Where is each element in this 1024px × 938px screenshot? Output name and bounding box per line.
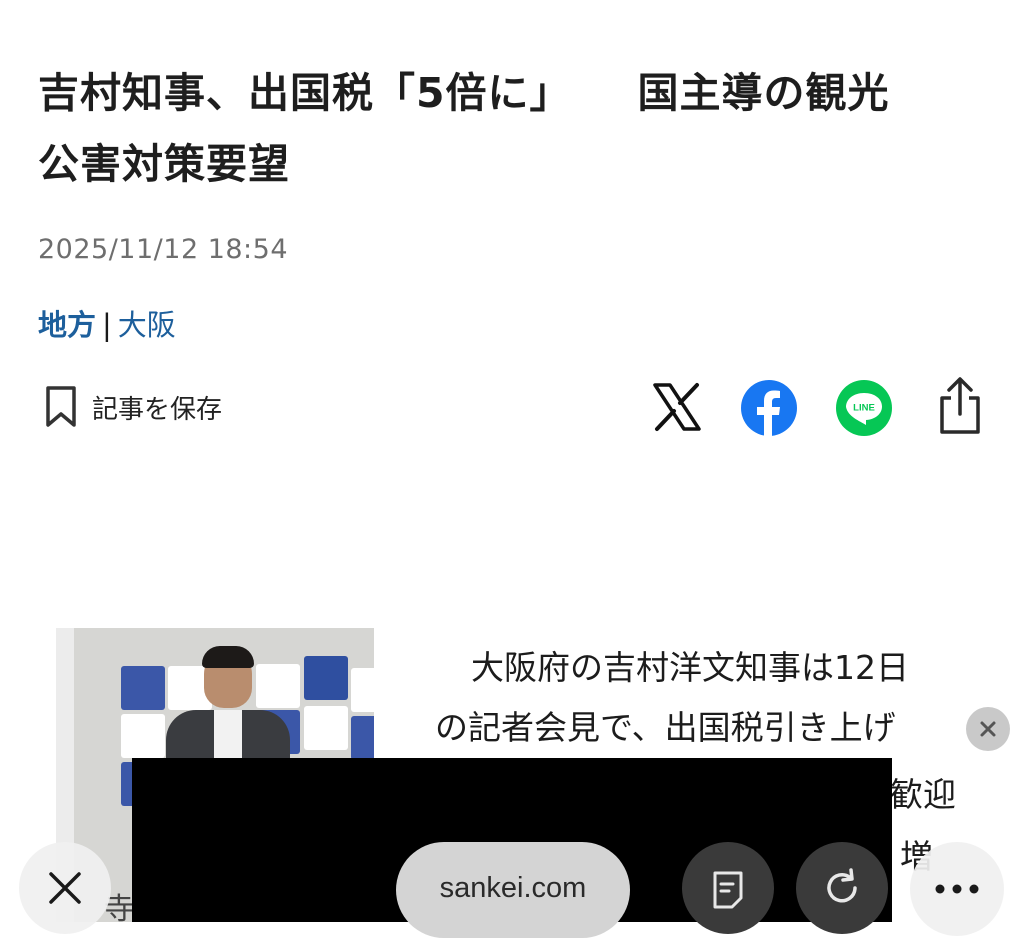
save-article-button[interactable]: 記事を保存 bbox=[44, 384, 222, 430]
reader-mode-button[interactable] bbox=[682, 842, 774, 934]
save-article-label: 記事を保存 bbox=[92, 394, 223, 425]
close-icon bbox=[980, 721, 996, 737]
category-separator: | bbox=[102, 308, 112, 342]
facebook-icon[interactable] bbox=[740, 379, 798, 437]
more-icon bbox=[935, 884, 979, 894]
article-body: 大阪府の吉村洋文知事は12日 の記者会見で、出国税引き上げ bbox=[435, 638, 980, 758]
category-link-primary[interactable]: 地方 bbox=[38, 308, 96, 342]
url-text: sankei.com bbox=[439, 872, 587, 904]
backdrop-panel bbox=[304, 656, 348, 700]
ad-close-button[interactable] bbox=[966, 707, 1010, 751]
reader-icon bbox=[713, 871, 743, 909]
backdrop-panel bbox=[121, 666, 165, 710]
browser-close-button[interactable] bbox=[19, 842, 111, 934]
backdrop-panel bbox=[351, 668, 374, 712]
close-icon bbox=[49, 872, 81, 904]
reload-button[interactable] bbox=[796, 842, 888, 934]
category-breadcrumb: 地方 | 大阪 bbox=[38, 302, 176, 344]
line-icon[interactable]: LINE bbox=[835, 379, 893, 437]
article-title: 吉村知事、出国税「5倍に」 国主導の観光公害対策要望 bbox=[38, 58, 988, 200]
x-icon[interactable] bbox=[651, 381, 703, 433]
body-paragraph-line: 大阪府の吉村洋文知事は12日 bbox=[471, 648, 909, 687]
body-paragraph-line: の記者会見で、出国税引き上げ bbox=[435, 708, 896, 747]
bookmark-icon bbox=[46, 386, 76, 427]
body-fragment: 歓迎 bbox=[890, 775, 956, 814]
url-bar[interactable]: sankei.com bbox=[396, 842, 630, 938]
backdrop-panel bbox=[351, 716, 374, 760]
share-icon[interactable] bbox=[936, 376, 984, 436]
backdrop-panel bbox=[256, 664, 300, 708]
line-icon-text: LINE bbox=[853, 403, 875, 414]
reload-icon bbox=[827, 868, 857, 903]
title-part-2: 国主導の観光 bbox=[637, 69, 890, 117]
person-hair bbox=[202, 646, 254, 668]
backdrop-panel bbox=[121, 714, 165, 758]
category-link-secondary[interactable]: 大阪 bbox=[118, 308, 176, 342]
person-shirt bbox=[214, 710, 242, 760]
title-part-1: 吉村知事、出国税「5倍に」 bbox=[38, 69, 572, 117]
backdrop-panel bbox=[304, 706, 348, 750]
title-line-2: 公害対策要望 bbox=[38, 140, 290, 188]
publish-date: 2025/11/12 18:54 bbox=[38, 234, 289, 265]
